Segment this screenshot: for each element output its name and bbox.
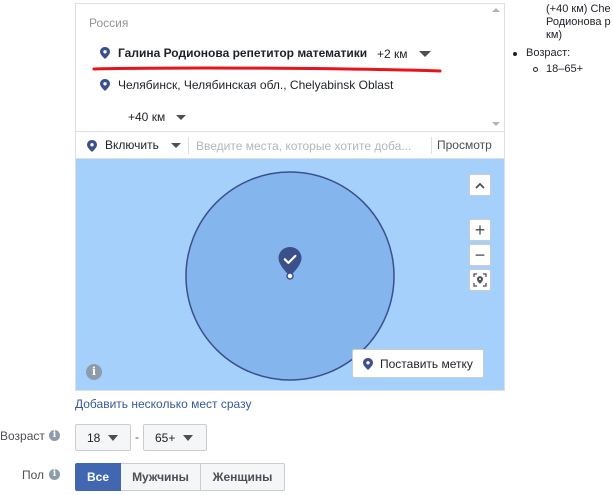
divider [188,137,189,154]
radius-dropdown-caret-icon[interactable] [419,51,431,57]
drop-pin-label: Поставить метку [380,356,473,371]
chevron-down-icon[interactable] [171,143,181,148]
scroll-down-arrow-icon[interactable] [492,122,500,126]
zoom-out-button[interactable]: − [469,244,491,266]
add-bulk-locations-link[interactable]: Добавить несколько мест сразу [75,397,251,411]
location-search-input[interactable] [196,136,421,155]
collapse-map-button[interactable] [469,174,491,196]
location-list-scrollbar[interactable] [491,8,501,126]
location-item-1[interactable]: Галина Родионова репетитор математики [100,46,367,60]
location-pin-icon [100,79,110,91]
target-icon [473,273,487,287]
location-item-name: Челябинск, Челябинская обл., Chelyabinsk… [118,78,394,92]
age-min-value: 18 [87,430,101,445]
summary-age-label: Возраст: [526,47,571,59]
radius-dropdown-caret-icon[interactable] [176,115,186,120]
location-radius-value[interactable]: +2 км [377,47,408,61]
age-max-value: 65+ [155,430,176,445]
country-label: Россия [89,16,129,30]
location-pin-icon [363,357,373,370]
scroll-up-arrow-icon[interactable] [492,8,500,12]
location-pin-icon [87,140,97,152]
age-range-dash: - [135,430,139,444]
chevron-down-icon [183,434,194,441]
drop-pin-button[interactable]: Поставить метку [352,349,484,378]
gender-women-button[interactable]: Женщины [201,463,285,491]
info-icon[interactable]: i [86,364,102,380]
gender-men-button[interactable]: Мужчины [121,463,201,491]
chevron-down-icon [108,434,119,441]
gender-label: Пол [22,468,45,482]
summary-age-value: 18–65+ [546,63,584,75]
include-location-bar: Включить Просмотр [75,131,505,159]
summary-location-text: (+40 км) Che Родионова р км) [546,3,611,41]
gender-segmented-control: Все Мужчины Женщины [75,463,285,491]
location-item-2[interactable]: Челябинск, Челябинская обл., Chelyabinsk… [100,78,393,92]
age-label: Возраст [0,429,45,443]
age-max-select[interactable]: 65+ [143,424,207,451]
location-pin-icon [100,47,110,59]
red-annotation-underline [92,66,442,73]
chevron-up-icon [475,182,485,189]
bullet-icon [513,52,517,56]
location-item-name: Галина Родионова репетитор математики [118,46,368,60]
location-map[interactable]: + − i Поставить метку [75,159,505,391]
divider [431,137,432,154]
gender-all-button[interactable]: Все [75,463,121,491]
info-icon[interactable]: i [49,469,60,480]
locate-me-button[interactable] [469,269,491,291]
location-list-panel: Россия Галина Родионова репетитор матема… [75,3,505,131]
browse-button[interactable]: Просмотр [437,138,492,152]
age-min-select[interactable]: 18 [75,424,131,451]
zoom-in-button[interactable]: + [469,219,491,241]
location-radius-value[interactable]: +40 км [128,110,165,124]
bullet-ring-icon [533,67,538,72]
info-icon[interactable]: i [49,430,60,441]
include-mode-dropdown[interactable]: Включить [105,138,159,152]
